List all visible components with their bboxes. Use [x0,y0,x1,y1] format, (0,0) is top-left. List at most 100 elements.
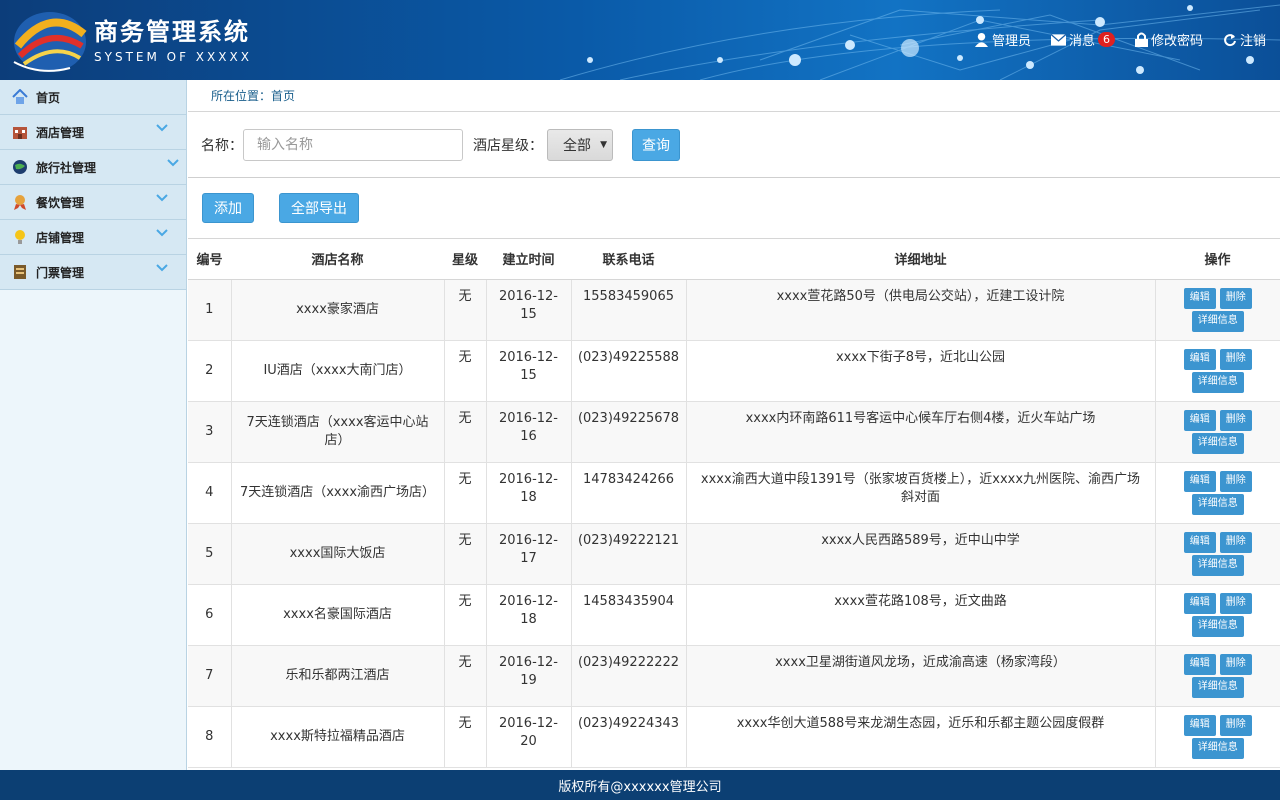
chevron-down-icon [156,229,168,237]
table-row: 8 xxxx斯特拉福精品酒店无 2016-12-20 (023)49224343 xxx… [188,706,1280,768]
detail-button[interactable]: 详细信息 [1191,493,1244,515]
cell-address: xxxx内环南路611号客运中心候车厅右侧4楼，近火车站广场 [686,401,1156,463]
sidebar-item-travel-agency[interactable]: 旅行社管理 [0,150,186,185]
table-row: 2 IU酒店（xxxx大南门店）无 2016-12-15 (023)49225588 x… [188,340,1280,402]
sidebar-item-home[interactable]: 首页 [0,80,186,115]
cell-address: xxxx萱花路108号，近文曲路 [686,584,1156,646]
sidebar-item-ticket[interactable]: 门票管理 [0,255,186,290]
medal-icon [12,194,28,210]
name-search-input[interactable] [243,128,463,161]
app-title: 商务管理系统 [94,18,250,46]
add-button[interactable]: 添加 [202,193,254,223]
header: 商务管理系统 SYSTEM OF XXXXX 管理员 消息 6 修改密码 注销 [0,0,1280,80]
detail-button[interactable]: 详细信息 [1191,432,1244,454]
search-bar: 名称： 酒店星级： 全部 ▼ 查询 [188,112,1280,178]
star-label: 酒店星级： [473,137,543,154]
cell-date: 2016-12-19 [486,645,572,707]
edit-button[interactable]: 编辑 [1183,470,1216,492]
detail-button[interactable]: 详细信息 [1191,737,1244,759]
sidebar-item-label: 门票管理 [36,265,85,280]
column-header: 操作 [1155,239,1280,280]
delete-button[interactable]: 删除 [1219,592,1252,614]
sidebar-item-shop[interactable]: 店铺管理 [0,220,186,255]
edit-button[interactable]: 编辑 [1183,348,1216,370]
top-links: 管理员 消息 6 修改密码 注销 [954,30,1266,49]
delete-button[interactable]: 删除 [1219,287,1252,309]
detail-button[interactable]: 详细信息 [1191,676,1244,698]
sidebar-item-label: 餐饮管理 [36,195,85,210]
copyright-text: 版权所有@xxxxxx管理公司 [558,779,722,795]
table-row: 5 xxxx国际大饭店无 2016-12-17 (023)49222121 xxxx人民… [188,523,1280,585]
logo: 商务管理系统 SYSTEM OF XXXXX [10,6,252,74]
cell-actions: 编辑 删除 详细信息 [1155,706,1280,768]
change-password-label: 修改密码 [1150,34,1203,49]
cell-star: 无 [444,401,487,463]
table-row: 3 7天连锁酒店（xxxx客运中心站店）无 2016-12-16 (023)49225… [188,401,1280,463]
admin-link[interactable]: 管理员 [974,30,1031,49]
cell-id: 4 [188,462,232,524]
cell-hotel-name: xxxx豪家酒店 [231,279,445,341]
delete-button[interactable]: 删除 [1219,470,1252,492]
cell-hotel-name: IU酒店（xxxx大南门店） [231,340,445,402]
star-level-select[interactable]: 全部 ▼ [547,128,613,161]
cell-phone: (023)49224343 [571,706,687,768]
delete-button[interactable]: 删除 [1219,653,1252,675]
change-password-link[interactable]: 修改密码 [1134,30,1203,49]
column-header: 详细地址 [686,239,1155,280]
lock-icon [1134,32,1148,47]
cell-phone: (023)49222121 [571,523,687,585]
cell-star: 无 [444,584,487,646]
app-subtitle: SYSTEM OF XXXXX [94,50,252,64]
cell-id: 7 [188,645,232,707]
home-icon [12,89,28,105]
cell-hotel-name: 7天连锁酒店（xxxx渝西广场店） [231,462,445,524]
edit-button[interactable]: 编辑 [1183,714,1216,736]
cell-hotel-name: xxxx名豪国际酒店 [231,584,445,646]
action-bar: 添加 全部导出 [188,178,1280,239]
messages-link[interactable]: 消息 6 [1050,30,1115,49]
delete-button[interactable]: 删除 [1219,348,1252,370]
bulb-icon [12,229,28,245]
logout-link[interactable]: 注销 [1223,30,1266,49]
export-all-button[interactable]: 全部导出 [279,193,359,223]
edit-button[interactable]: 编辑 [1183,287,1216,309]
sidebar: 首页 酒店管理 旅行社管理 餐饮管理 店铺管理 门票管理 [0,80,187,770]
edit-button[interactable]: 编辑 [1183,653,1216,675]
cell-hotel-name: xxxx斯特拉福精品酒店 [231,706,445,768]
edit-button[interactable]: 编辑 [1183,531,1216,553]
delete-button[interactable]: 删除 [1219,409,1252,431]
edit-button[interactable]: 编辑 [1183,409,1216,431]
sidebar-item-label: 旅行社管理 [36,160,97,175]
cell-star: 无 [444,706,487,768]
cell-actions: 编辑 删除 详细信息 [1155,523,1280,585]
cell-phone: (023)49225678 [571,401,687,463]
table-row: 6 xxxx名豪国际酒店无 2016-12-18 14583435904 xxxx萱花路… [188,584,1280,646]
delete-button[interactable]: 删除 [1219,714,1252,736]
cell-phone: (023)49225588 [571,340,687,402]
detail-button[interactable]: 详细信息 [1191,310,1244,332]
cell-date: 2016-12-18 [486,584,572,646]
sidebar-item-label: 酒店管理 [36,125,85,140]
cell-phone: (023)49222222 [571,645,687,707]
cell-actions: 编辑 删除 详细信息 [1155,462,1280,524]
cell-date: 2016-12-15 [486,340,572,402]
cell-star: 无 [444,523,487,585]
detail-button[interactable]: 详细信息 [1191,371,1244,393]
detail-button[interactable]: 详细信息 [1191,554,1244,576]
table-row: 7 乐和乐都两江酒店无 2016-12-19 (023)49222222 xxxx卫星湖… [188,645,1280,707]
delete-button[interactable]: 删除 [1219,531,1252,553]
sidebar-item-catering[interactable]: 餐饮管理 [0,185,186,220]
sidebar-item-hotel[interactable]: 酒店管理 [0,115,186,150]
cell-date: 2016-12-17 [486,523,572,585]
detail-button[interactable]: 详细信息 [1191,615,1244,637]
breadcrumb-text: 所在位置：首页 [211,89,296,103]
cell-address: xxxx人民西路589号，近中山中学 [686,523,1156,585]
edit-button[interactable]: 编辑 [1183,592,1216,614]
cell-hotel-name: xxxx国际大饭店 [231,523,445,585]
query-button[interactable]: 查询 [632,128,680,161]
refresh-icon [1224,33,1236,46]
column-header: 编号 [188,239,231,280]
cell-actions: 编辑 删除 详细信息 [1155,584,1280,646]
breadcrumb: 所在位置：首页 [188,80,1280,112]
star-select-value: 全部 [563,137,591,154]
